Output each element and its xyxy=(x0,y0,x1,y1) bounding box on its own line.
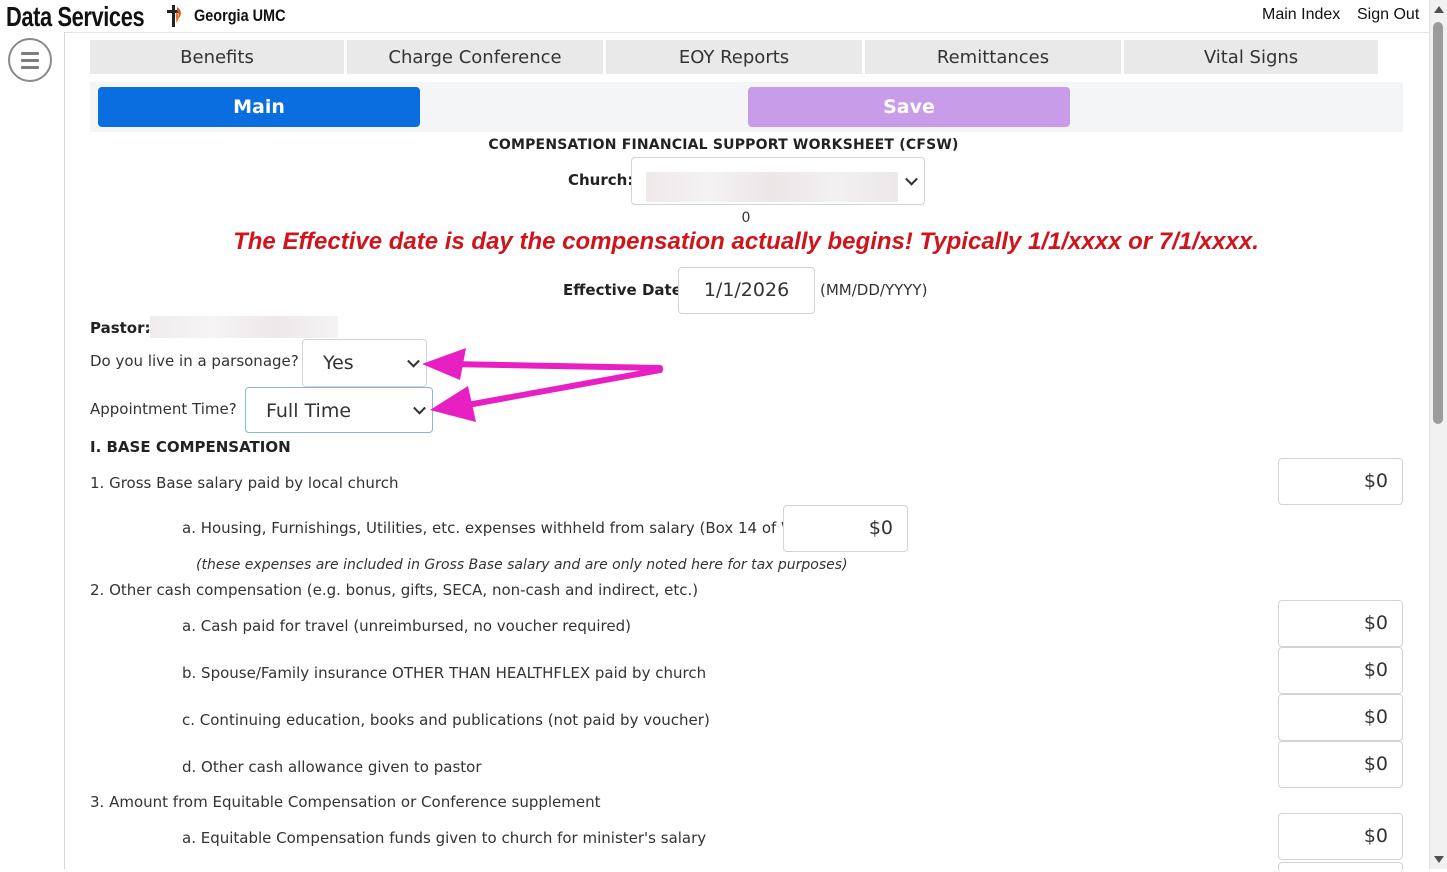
effective-date-warning: The Effective date is day the compensati… xyxy=(233,228,1259,255)
church-id: 0 xyxy=(741,210,751,226)
travel-cash-input[interactable]: $0 xyxy=(1278,600,1403,647)
vertical-scrollbar[interactable] xyxy=(1429,0,1447,869)
hamburger-menu-icon[interactable] xyxy=(8,38,52,82)
church-select-value xyxy=(646,172,898,202)
line1a-label: a. Housing, Furnishings, Utilities, etc.… xyxy=(182,519,817,537)
line1-note: (these expenses are included in Gross Ba… xyxy=(196,557,848,573)
date-format-hint: (MM/DD/YYYY) xyxy=(820,281,928,299)
appointment-label: Appointment Time? xyxy=(90,400,237,418)
save-button[interactable]: Save xyxy=(748,87,1070,127)
line2a-label: a. Cash paid for travel (unreimbursed, n… xyxy=(182,617,631,635)
cross-flame-logo-icon xyxy=(167,5,181,27)
scroll-down-arrow-icon[interactable] xyxy=(1434,856,1444,863)
equitable-compensation-input[interactable]: $0 xyxy=(1278,813,1403,860)
housing-withheld-input[interactable]: $0 xyxy=(783,505,908,552)
tab-charge-conference[interactable]: Charge Conference xyxy=(347,40,603,74)
line3a-label: a. Equitable Compensation funds given to… xyxy=(182,829,707,847)
chevron-down-icon xyxy=(905,172,918,186)
left-sidebar xyxy=(0,32,65,869)
church-label: Church: xyxy=(568,171,634,189)
tab-bar: Benefits Charge Conference EOY Reports R… xyxy=(90,40,1378,74)
org-name: Georgia UMC xyxy=(194,6,286,25)
line1-label: 1. Gross Base salary paid by local churc… xyxy=(90,474,399,492)
appointment-select-value: Full Time xyxy=(266,400,352,422)
annotation-arrows-icon xyxy=(422,348,663,422)
parsonage-label: Do you live in a parsonage? xyxy=(90,352,299,370)
page-title: COMPENSATION FINANCIAL SUPPORT WORKSHEET… xyxy=(488,137,959,153)
tab-remittances[interactable]: Remittances xyxy=(865,40,1121,74)
sign-out-link[interactable]: Sign Out xyxy=(1357,6,1419,24)
pastor-name-redacted xyxy=(150,316,338,338)
scroll-up-arrow-icon[interactable] xyxy=(1434,6,1444,13)
line2c-label: c. Continuing education, books and publi… xyxy=(182,711,710,729)
tab-eoy-reports[interactable]: EOY Reports xyxy=(606,40,862,74)
top-bar: Data Services Georgia UMC Main Index Sig… xyxy=(0,0,1430,33)
tab-vital-signs[interactable]: Vital Signs xyxy=(1124,40,1378,74)
section-heading: I. BASE COMPENSATION xyxy=(90,438,291,456)
line3-label: 3. Amount from Equitable Compensation or… xyxy=(90,793,601,811)
other-allowance-input[interactable]: $0 xyxy=(1278,741,1403,788)
next-row-input[interactable] xyxy=(1278,862,1403,872)
effective-date-input[interactable]: 1/1/2026 xyxy=(678,267,815,314)
continuing-education-input[interactable]: $0 xyxy=(1278,694,1403,741)
tab-benefits[interactable]: Benefits xyxy=(90,40,344,74)
action-bar: Main Save xyxy=(90,82,1403,132)
effective-date-label: Effective Date: xyxy=(563,281,688,299)
parsonage-select-value: Yes xyxy=(323,352,354,374)
gross-base-salary-input[interactable]: $0 xyxy=(1278,458,1403,505)
line2b-label: b. Spouse/Family insurance OTHER THAN HE… xyxy=(182,664,707,682)
main-index-link[interactable]: Main Index xyxy=(1262,6,1340,24)
main-button[interactable]: Main xyxy=(98,87,420,127)
line2-label: 2. Other cash compensation (e.g. bonus, … xyxy=(90,581,699,599)
pastor-label: Pastor: xyxy=(90,319,151,337)
spouse-insurance-input[interactable]: $0 xyxy=(1278,647,1403,694)
church-select[interactable] xyxy=(631,157,925,205)
app-brand[interactable]: Data Services xyxy=(6,0,145,34)
line2d-label: d. Other cash allowance given to pastor xyxy=(182,758,482,776)
